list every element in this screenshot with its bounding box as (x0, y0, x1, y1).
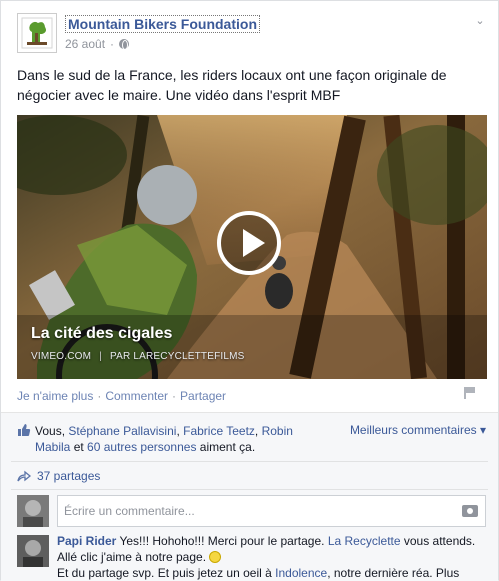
likes-summary: Vous, Stéphane Pallavisini, Fabrice Teet… (17, 423, 317, 455)
likes-sep: , (254, 424, 262, 438)
likes-you: Vous, (35, 424, 69, 438)
likes-suffix: aiment ça. (196, 440, 256, 454)
video-source: VIMEO.COM | PAR LARECYCLETTEFILMS (31, 351, 245, 362)
post-date[interactable]: 26 août (65, 37, 105, 51)
comment-composer: Écrire un commentaire... (17, 495, 486, 527)
separator-dot: · (110, 37, 115, 51)
other-likers-link[interactable]: 60 autres personnes (87, 440, 196, 454)
page-logo[interactable] (17, 13, 57, 53)
divider (11, 489, 488, 490)
shares-row[interactable]: 37 partages (17, 469, 100, 483)
post-menu-chevron-icon[interactable]: ⌄ (472, 13, 488, 29)
separator-dot: · (172, 389, 177, 403)
thumbs-up-icon (18, 424, 31, 436)
comment-text: Yes!!! Hohoho!!! Merci pour le partage. (116, 534, 328, 548)
divider (11, 461, 488, 462)
likes-text: Vous, Stéphane Pallavisini, Fabrice Teet… (35, 423, 317, 455)
separator-dot: · (97, 389, 102, 403)
video-source-separator: | (99, 351, 102, 362)
comment-text: Et du partage svp. Et puis jetez un oeil… (57, 566, 276, 580)
play-button[interactable] (217, 211, 281, 275)
feedback-section: Vous, Stéphane Pallavisini, Fabrice Teet… (1, 412, 498, 581)
facebook-post: Mountain Bikers Foundation 26 août · ⌄ D… (0, 0, 499, 581)
comment-author[interactable]: Papi Rider (57, 534, 116, 548)
post-header: Mountain Bikers Foundation 26 août · ⌄ (17, 13, 488, 57)
post-meta: 26 août · (65, 37, 130, 51)
smiley-icon (209, 551, 222, 563)
camera-icon[interactable] (462, 505, 478, 517)
comment-page-link[interactable]: Indolence (275, 566, 327, 580)
comment-link[interactable]: Commenter (105, 389, 168, 403)
shares-count[interactable]: 37 partages (37, 469, 100, 483)
comment-item: Papi Rider Yes!!! Hohoho!!! Merci pour l… (17, 533, 486, 581)
comment-body: Papi Rider Yes!!! Hohoho!!! Merci pour l… (57, 533, 486, 581)
share-arrow-icon (17, 470, 31, 482)
unlike-link[interactable]: Je n'aime plus (17, 389, 93, 403)
liker-link[interactable]: Stéphane Pallavisini (68, 424, 176, 438)
video-title[interactable]: La cité des cigales (31, 325, 172, 343)
share-link[interactable]: Partager (180, 389, 226, 403)
comment-input[interactable]: Écrire un commentaire... (57, 495, 486, 527)
video-domain: VIMEO.COM (31, 351, 92, 362)
comment-page-link[interactable]: La Recyclette (328, 534, 401, 548)
likes-sep: et (70, 440, 88, 454)
video-preview[interactable]: La cité des cigales VIMEO.COM | PAR LARE… (17, 115, 487, 379)
flag-icon[interactable] (464, 387, 476, 399)
globe-icon (119, 39, 130, 50)
post-text: Dans le sud de la France, les riders loc… (17, 67, 447, 103)
comment-text: , notre dernière réa. Plus (327, 566, 460, 580)
page-name-link[interactable]: Mountain Bikers Foundation (65, 15, 260, 33)
avatar[interactable] (17, 495, 49, 527)
avatar[interactable] (17, 535, 49, 567)
top-comments-dropdown[interactable]: Meilleurs commentaires ▾ (350, 423, 486, 437)
liker-link[interactable]: Fabrice Teetz (183, 424, 255, 438)
post-actions: Je n'aime plus · Commenter · Partager (17, 389, 226, 403)
video-author: PAR LARECYCLETTEFILMS (109, 351, 245, 362)
